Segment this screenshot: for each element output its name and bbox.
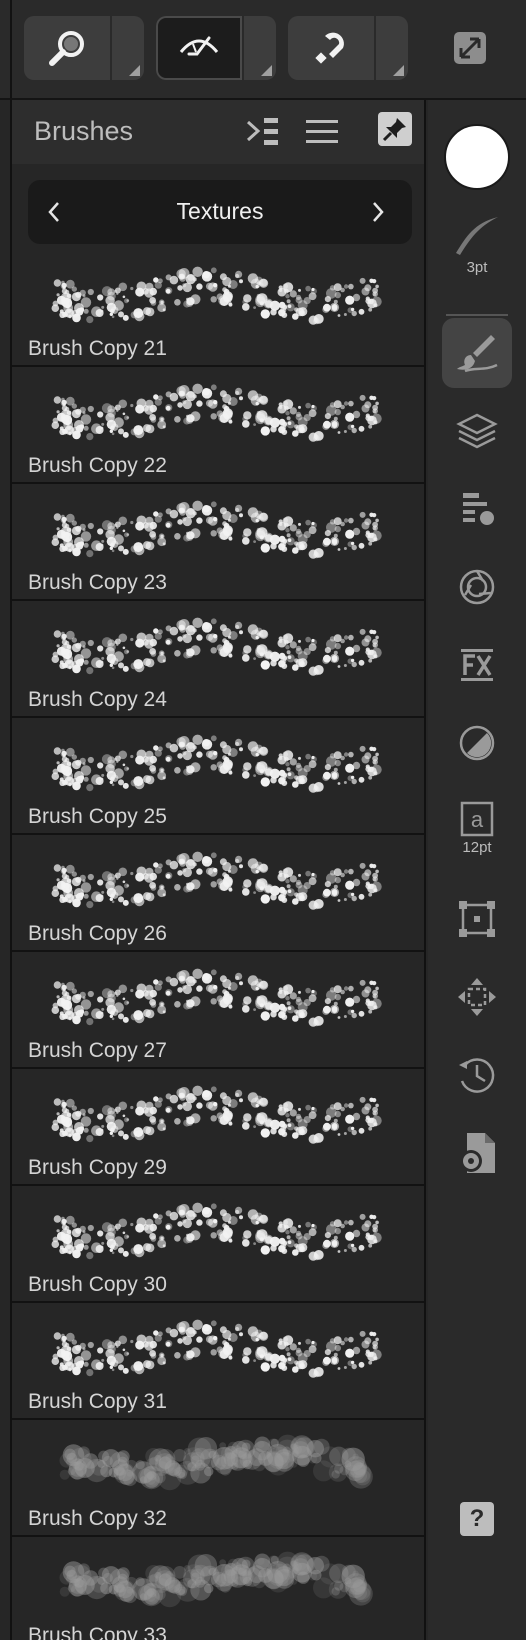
brush-stroke-preview xyxy=(59,1551,373,1608)
brush-list-item[interactable]: Brush Copy 27 xyxy=(12,952,424,1069)
brush-stroke-preview xyxy=(51,968,382,1027)
brush-name: Brush Copy 26 xyxy=(28,922,167,945)
help-button[interactable]: ? xyxy=(460,1502,494,1536)
contrast-icon xyxy=(459,725,495,761)
aperture-icon xyxy=(459,569,495,605)
magnet-icon xyxy=(315,32,344,64)
next-category-button[interactable] xyxy=(364,198,392,226)
text-style-icon: a xyxy=(460,801,494,836)
move-arrows-icon xyxy=(458,978,496,1016)
chevron-right-icon xyxy=(373,202,384,222)
top-toolbar xyxy=(0,0,526,100)
brush-list-item[interactable]: Brush Copy 25 xyxy=(12,718,424,835)
text-studio-button[interactable]: a 12pt xyxy=(442,786,512,870)
text-size-label: 12pt xyxy=(462,838,492,856)
brush-width-label: 3pt xyxy=(466,258,488,276)
view-tool-button[interactable] xyxy=(156,16,242,80)
brush-list-item[interactable]: Brush Copy 30 xyxy=(12,1186,424,1303)
brush-stroke-preview xyxy=(51,1085,382,1144)
brush-name: Brush Copy 29 xyxy=(28,1156,167,1179)
brush-stroke-preview xyxy=(51,383,382,442)
view-mode-icon xyxy=(179,36,219,56)
brush-list-item[interactable]: Brush Copy 22 xyxy=(12,367,424,484)
brush-list-item[interactable]: Brush Copy 23 xyxy=(12,484,424,601)
brush-name: Brush Copy 30 xyxy=(28,1273,167,1296)
adjustments-icon xyxy=(463,493,494,525)
panel-header: Brushes xyxy=(12,100,424,164)
brush-list-item[interactable]: Brush Copy 29 xyxy=(12,1069,424,1186)
brush-list-item[interactable]: Brush Copy 21 xyxy=(12,250,424,367)
right-sidebar: 3pt a 12pt ? xyxy=(428,100,526,1640)
layers-studio-button[interactable] xyxy=(442,396,512,466)
brush-name: Brush Copy 21 xyxy=(28,337,167,360)
brush-stroke-preview xyxy=(59,1434,373,1491)
list-indent-icon xyxy=(246,118,278,145)
brush-name: Brush Copy 23 xyxy=(28,571,167,594)
brush-name: Brush Copy 33 xyxy=(28,1624,167,1640)
brush-icon xyxy=(457,335,498,373)
brush-name: Brush Copy 24 xyxy=(28,688,167,711)
brush-list-item[interactable]: Brush Copy 31 xyxy=(12,1303,424,1420)
transform-studio-button[interactable] xyxy=(442,884,512,954)
zoom-tool-group xyxy=(24,16,144,80)
brush-stroke-preview xyxy=(51,734,382,793)
adjustments-studio-button[interactable] xyxy=(442,474,512,544)
document-settings-button[interactable] xyxy=(442,1118,512,1188)
brush-list-item[interactable]: Brush Copy 24 xyxy=(12,601,424,718)
document-gear-icon xyxy=(460,1133,495,1173)
effects-studio-button[interactable] xyxy=(442,630,512,700)
sidebar-divider xyxy=(446,314,508,316)
magnifier-icon xyxy=(49,31,84,66)
brushes-studio-button[interactable] xyxy=(442,318,512,388)
brush-stroke-preview xyxy=(51,500,382,559)
list-indent-button[interactable] xyxy=(246,114,282,150)
snapping-options[interactable] xyxy=(376,16,408,80)
brushes-panel: Brushes Textures Brush Copy 21 Brush Cop… xyxy=(10,100,426,1640)
layers-icon xyxy=(456,413,498,449)
brush-name: Brush Copy 22 xyxy=(28,454,167,477)
brush-list-item[interactable]: Brush Copy 33 xyxy=(12,1537,424,1640)
zoom-tool-options[interactable] xyxy=(112,16,144,80)
stroke-width-icon xyxy=(456,216,498,255)
brush-stroke-preview xyxy=(51,1202,382,1261)
brush-list: Brush Copy 21 Brush Copy 22 Brush Copy 23 B… xyxy=(12,250,424,1640)
category-selector: Textures xyxy=(28,180,412,244)
toolbar-edge xyxy=(10,0,12,98)
expand-button[interactable] xyxy=(452,30,488,66)
brush-name: Brush Copy 25 xyxy=(28,805,167,828)
brush-width-control[interactable]: 3pt xyxy=(442,196,512,292)
channels-studio-button[interactable] xyxy=(442,552,512,622)
hamburger-icon xyxy=(306,120,338,143)
pin-panel-button[interactable] xyxy=(378,112,412,146)
brush-stroke-preview xyxy=(51,266,382,325)
fx-icon xyxy=(461,649,493,681)
bounding-box-icon xyxy=(459,901,495,937)
brush-list-item[interactable]: Brush Copy 32 xyxy=(12,1420,424,1537)
navigator-studio-button[interactable] xyxy=(442,962,512,1032)
view-tool-group xyxy=(156,16,276,80)
brush-name: Brush Copy 31 xyxy=(28,1390,167,1413)
brush-list-item[interactable]: Brush Copy 26 xyxy=(12,835,424,952)
snapping-tool-group xyxy=(288,16,408,80)
panel-menu-button[interactable] xyxy=(304,114,340,150)
brush-name: Brush Copy 27 xyxy=(28,1039,167,1062)
brush-name: Brush Copy 32 xyxy=(28,1507,167,1530)
color-well[interactable] xyxy=(444,124,510,190)
color-adjust-studio-button[interactable] xyxy=(442,708,512,778)
brush-stroke-preview xyxy=(51,617,382,676)
svg-text:a: a xyxy=(471,807,484,832)
view-tool-options[interactable] xyxy=(244,16,276,80)
panel-title: Brushes xyxy=(34,116,134,146)
category-label: Textures xyxy=(176,198,264,224)
history-studio-button[interactable] xyxy=(442,1040,512,1110)
pin-icon xyxy=(382,118,406,142)
zoom-tool-button[interactable] xyxy=(24,16,110,80)
brush-stroke-preview xyxy=(51,1319,382,1378)
expand-icon xyxy=(454,32,486,64)
history-icon xyxy=(459,1058,495,1093)
brush-stroke-preview xyxy=(51,851,382,910)
snapping-button[interactable] xyxy=(288,16,374,80)
